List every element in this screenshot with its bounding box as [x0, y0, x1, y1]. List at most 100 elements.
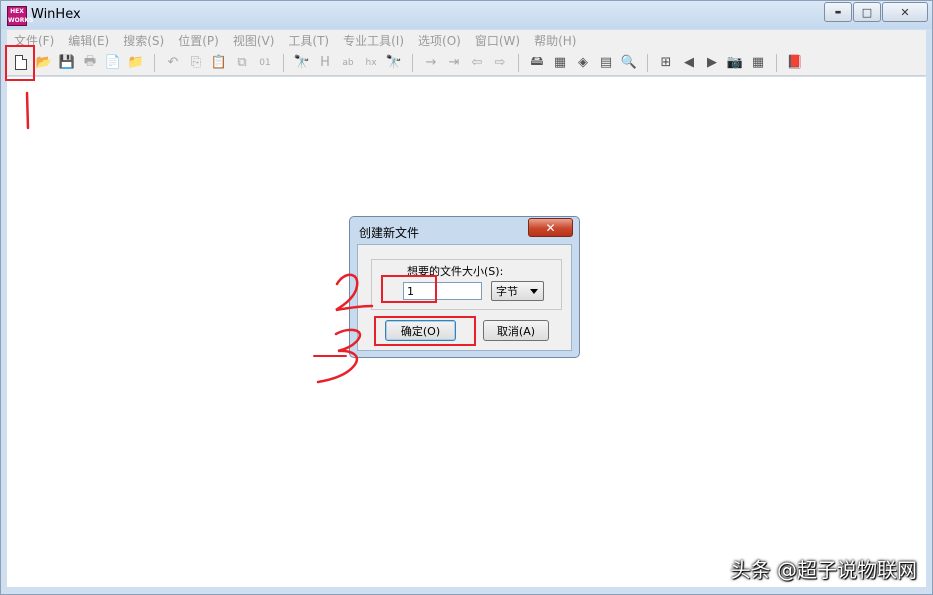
find-hex-icon-glyph: H: [320, 55, 330, 70]
toolbar-separator: [518, 53, 519, 72]
copy-icon-glyph: ⎘: [190, 55, 202, 70]
undo-icon-glyph: ↶: [167, 55, 179, 70]
paste-special-icon[interactable]: ⧉: [232, 53, 252, 73]
disk-edit-icon[interactable]: 🖴: [527, 53, 547, 73]
menu-item-3[interactable]: 位置(P): [171, 32, 226, 49]
app-icon-text-bottom: WORKS: [8, 17, 34, 24]
replace-hex-icon[interactable]: hx: [361, 53, 381, 73]
copy-icon[interactable]: ⎘: [186, 53, 206, 73]
toolbar-separator: [412, 53, 413, 72]
toolbar-separator: [283, 53, 284, 72]
save-icon-glyph: 💾: [58, 55, 76, 70]
menu-item-6[interactable]: 专业工具(I): [336, 32, 411, 49]
menu-item-5[interactable]: 工具(T): [281, 32, 336, 49]
maximize-icon: □: [861, 5, 873, 19]
save-icon[interactable]: 💾: [57, 53, 77, 73]
menu-item-1[interactable]: 编辑(E): [61, 32, 116, 49]
menu-item-2[interactable]: 搜索(S): [116, 32, 171, 49]
zoom-icon-glyph: 🔍: [620, 55, 638, 70]
help-book-icon-glyph: 📕: [786, 55, 804, 70]
close-window-button[interactable]: ✕: [882, 2, 928, 22]
replace-hex-icon-glyph: hx: [365, 57, 377, 68]
menu-item-7[interactable]: 选项(O): [411, 32, 468, 49]
back-icon-glyph: ⇦: [471, 55, 483, 70]
close-icon: ✕: [545, 220, 556, 235]
open-folder-2-icon[interactable]: 📁: [126, 53, 146, 73]
toolbar-separator: [647, 53, 648, 72]
menu-item-4[interactable]: 视图(V): [226, 32, 282, 49]
goto-marker-icon-glyph: ⇥: [448, 55, 460, 70]
paste-icon-glyph: 📋: [210, 55, 228, 70]
title-bar[interactable]: HEX WORKS WinHex ▬ □ ✕: [1, 1, 932, 29]
camera-icon[interactable]: 📷: [725, 53, 745, 73]
window-controls: ▬ □ ✕: [823, 2, 928, 22]
minimize-button[interactable]: ▬: [824, 2, 852, 22]
properties-icon[interactable]: 📄: [103, 53, 123, 73]
watermark-text: 头条 @超子说物联网: [730, 558, 917, 582]
calculator-icon-glyph: ▤: [599, 55, 613, 70]
disk-image-icon-glyph: ◈: [578, 55, 588, 70]
goto-marker-icon[interactable]: ⇥: [444, 53, 464, 73]
forward-icon[interactable]: ⇨: [490, 53, 510, 73]
chevron-down-icon: [530, 289, 538, 294]
replace-text-icon[interactable]: ab: [338, 53, 358, 73]
toolbar: 📂 💾 🖶 📄 📁 ↶ ⎘ 📋 ⧉ 01 🔭 Hab hx 🔭 → ⇥ ⇦ ⇨ 🖴 ▦ ◈ ▤ 🔍 ⊞ ◀ ▶ 📷 ▦ 📕: [7, 50, 926, 76]
scan-icon-glyph: ⊞: [660, 55, 672, 70]
goto-offset-icon[interactable]: →: [421, 53, 441, 73]
next-icon[interactable]: ▶: [702, 53, 722, 73]
undo-icon[interactable]: ↶: [163, 53, 183, 73]
ram-edit-icon[interactable]: ▦: [550, 53, 570, 73]
ram-edit-icon-glyph: ▦: [553, 55, 567, 70]
size-unit-dropdown[interactable]: 字节: [491, 281, 544, 301]
annotation-box-ok-button: [374, 316, 476, 346]
dialog-title: 创建新文件: [359, 226, 420, 240]
maximize-button[interactable]: □: [853, 2, 881, 22]
print-icon-glyph: 🖶: [83, 53, 97, 69]
toolbar-separator: [776, 53, 777, 72]
prev-icon-glyph: ◀: [684, 55, 694, 70]
winhex-app-icon: HEX WORKS: [7, 6, 34, 26]
properties-icon-glyph: 📄: [104, 55, 122, 70]
window-title: WinHex: [31, 7, 81, 22]
annotation-box-new-file: [5, 45, 35, 81]
calculator-icon[interactable]: ▤: [596, 53, 616, 73]
replace-text-icon-glyph: ab: [342, 57, 354, 68]
prev-icon[interactable]: ◀: [679, 53, 699, 73]
open-folder-2-icon-glyph: 📁: [127, 55, 145, 70]
help-book-icon[interactable]: 📕: [785, 53, 805, 73]
table-icon-glyph: ▦: [751, 55, 765, 70]
open-folder-icon[interactable]: 📂: [34, 53, 54, 73]
table-icon[interactable]: ▦: [748, 53, 768, 73]
goto-offset-icon-glyph: →: [425, 55, 437, 70]
find-icon-glyph: 🔭: [293, 55, 311, 70]
find-icon[interactable]: 🔭: [292, 53, 312, 73]
menu-item-8[interactable]: 窗口(W): [468, 32, 527, 49]
print-icon[interactable]: 🖶: [80, 53, 100, 73]
paste-icon[interactable]: 📋: [209, 53, 229, 73]
close-icon: ✕: [900, 5, 910, 19]
cancel-button[interactable]: 取消(A): [483, 320, 549, 341]
menu-bar: 文件(F) 编辑(E) 搜索(S) 位置(P) 视图(V) 工具(T) 专业工具(I) 选项(…: [7, 30, 926, 50]
app-icon-text-top: HEX: [10, 8, 24, 15]
disk-image-icon[interactable]: ◈: [573, 53, 593, 73]
dialog-close-button[interactable]: ✕: [528, 218, 573, 237]
open-folder-icon-glyph: 📂: [35, 55, 53, 70]
binary-icon[interactable]: 01: [255, 53, 275, 73]
scan-icon[interactable]: ⊞: [656, 53, 676, 73]
toolbar-separator: [154, 53, 155, 72]
next-icon-glyph: ▶: [707, 55, 717, 70]
binary-icon-glyph: 01: [259, 57, 271, 68]
zoom-icon[interactable]: 🔍: [619, 53, 639, 73]
find-hex-icon[interactable]: H: [315, 53, 335, 73]
disk-edit-icon-glyph: 🖴: [530, 53, 544, 69]
annotation-box-size-input: [381, 275, 437, 303]
size-unit-value: 字节: [496, 285, 518, 298]
find-again-icon[interactable]: 🔭: [384, 53, 404, 73]
menu-item-9[interactable]: 帮助(H): [527, 32, 583, 49]
minimize-icon: ▬: [834, 8, 842, 16]
paste-special-icon-glyph: ⧉: [237, 55, 247, 70]
camera-icon-glyph: 📷: [726, 55, 744, 70]
back-icon[interactable]: ⇦: [467, 53, 487, 73]
find-again-icon-glyph: 🔭: [385, 55, 403, 70]
forward-icon-glyph: ⇨: [494, 55, 506, 70]
